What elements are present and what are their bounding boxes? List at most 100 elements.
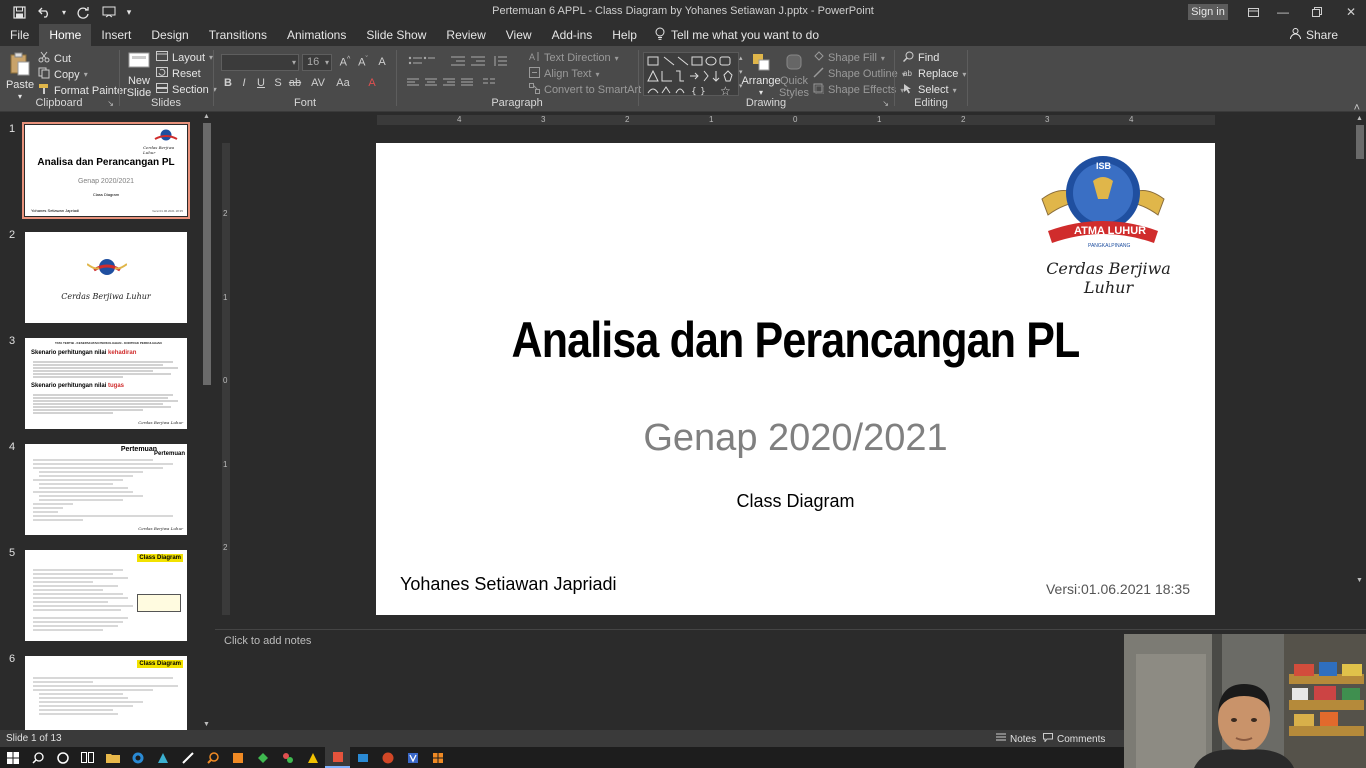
shapes-gallery[interactable]: { } ☆ — [643, 52, 739, 98]
tab-animations[interactable]: Animations — [277, 24, 356, 46]
customize-qat-icon[interactable]: ▾ — [124, 2, 134, 22]
minimize-icon[interactable]: — — [1266, 0, 1300, 24]
section-button[interactable]: Section ▾ — [156, 83, 217, 96]
shape-effects-button[interactable]: Shape Effects ▾ — [813, 83, 904, 97]
find-button[interactable]: Find — [902, 51, 939, 65]
align-text-button[interactable]: Align Text ▾ — [529, 67, 600, 81]
repeat-icon[interactable] — [72, 2, 94, 22]
bold-icon[interactable]: B — [220, 77, 236, 89]
undo-icon[interactable] — [34, 2, 56, 22]
align-left-icon[interactable] — [405, 78, 421, 91]
windows-start-icon[interactable] — [0, 747, 25, 768]
select-button[interactable]: Select ▾ — [903, 83, 957, 97]
slide-author[interactable]: Yohanes Setiawan Japriadi — [400, 574, 617, 595]
file-explorer-icon[interactable] — [100, 747, 125, 768]
slide-thumbnail-6[interactable]: Class Diagram — [25, 656, 187, 730]
character-spacing-icon[interactable]: AV — [310, 77, 326, 89]
slide-thumbnail-5[interactable]: Class Diagram — [25, 550, 187, 641]
restore-icon[interactable] — [1300, 0, 1334, 24]
app-icon-green[interactable] — [250, 747, 275, 768]
slide-thumbnail-4[interactable]: Pertemuan Pertemuan Cerdas Berjiwa Luhur — [25, 444, 187, 535]
tab-help[interactable]: Help — [602, 24, 647, 46]
shape-fill-button[interactable]: Shape Fill ▾ — [813, 51, 885, 65]
scroll-down-icon[interactable]: ▼ — [1356, 577, 1363, 584]
slide-thumbnail-3[interactable]: TATA TERTIB - KESEPAKATAN PERKULIAHAN - … — [25, 338, 187, 429]
columns-icon[interactable] — [481, 78, 497, 91]
slide-subtitle-2[interactable]: Class Diagram — [376, 491, 1215, 512]
tab-design[interactable]: Design — [141, 24, 198, 46]
justify-icon[interactable] — [459, 78, 475, 91]
app-icon-orange[interactable] — [225, 747, 250, 768]
tab-review[interactable]: Review — [436, 24, 495, 46]
replace-button[interactable]: ab Replace ▾ — [903, 67, 966, 81]
notes-button[interactable]: Notes — [996, 733, 1036, 745]
undo-dropdown-icon[interactable]: ▾ — [60, 2, 68, 22]
copy-dropdown-icon[interactable]: ▾ — [84, 70, 88, 79]
search-icon[interactable] — [25, 747, 50, 768]
pen-app-icon[interactable] — [175, 747, 200, 768]
search-app-icon[interactable] — [200, 747, 225, 768]
share-button[interactable]: Share — [1289, 28, 1338, 42]
layout-button[interactable]: Layout ▾ — [156, 51, 213, 64]
decrease-indent-icon[interactable] — [449, 56, 467, 69]
close-icon[interactable]: ✕ — [1334, 0, 1366, 24]
new-slide-button[interactable]: New Slide — [126, 52, 152, 99]
format-painter-button[interactable]: Format Painter — [38, 83, 127, 98]
line-spacing-icon[interactable] — [491, 56, 509, 69]
tab-file[interactable]: File — [0, 24, 39, 46]
save-icon[interactable] — [8, 2, 30, 22]
tab-add-ins[interactable]: Add-ins — [542, 24, 603, 46]
app-icon-v[interactable] — [400, 747, 425, 768]
edge-icon[interactable] — [125, 747, 150, 768]
text-direction-button[interactable]: A Text Direction ▾ — [529, 51, 619, 65]
clear-formatting-icon[interactable]: A — [374, 56, 390, 68]
scroll-down-icon[interactable]: ▼ — [203, 721, 210, 728]
powerpoint-icon[interactable] — [375, 747, 400, 768]
task-view-icon[interactable] — [75, 747, 100, 768]
editor-scrollbar[interactable]: ▲ ▼ — [1354, 113, 1366, 591]
change-case-icon[interactable]: Aa — [335, 77, 351, 89]
italic-icon[interactable]: I — [236, 77, 252, 89]
underline-icon[interactable]: U — [253, 77, 269, 89]
font-color-icon[interactable]: A — [364, 77, 380, 89]
tell-me-search[interactable]: Tell me what you want to do — [655, 24, 819, 46]
scroll-up-icon[interactable]: ▲ — [203, 113, 210, 120]
convert-smartart-button[interactable]: Convert to SmartArt ▾ — [529, 83, 649, 97]
sign-in-button[interactable]: Sign in — [1188, 4, 1228, 20]
thumbnails-scrollbar[interactable]: ▲ ▼ — [201, 113, 213, 730]
shape-outline-button[interactable]: Shape Outline ▾ — [813, 67, 906, 81]
drawing-launcher-icon[interactable]: ↘ — [882, 99, 889, 108]
paste-button[interactable]: Paste ▾ — [6, 52, 34, 103]
notes-placeholder[interactable]: Click to add notes — [224, 635, 311, 647]
active-app-icon[interactable] — [325, 747, 350, 768]
scroll-up-icon[interactable]: ▲ — [1356, 115, 1363, 122]
tab-insert[interactable]: Insert — [91, 24, 141, 46]
scrollbar-thumb[interactable] — [203, 123, 211, 385]
bullets-icon[interactable] — [405, 56, 439, 69]
arrange-button[interactable]: Arrange ▾ — [741, 52, 781, 99]
app-icon-multicolor[interactable] — [275, 747, 300, 768]
align-center-icon[interactable] — [423, 78, 439, 91]
app-icon-yellow[interactable] — [300, 747, 325, 768]
strikethrough-icon[interactable]: ab — [287, 77, 303, 89]
increase-indent-icon[interactable] — [469, 56, 487, 69]
tab-view[interactable]: View — [496, 24, 542, 46]
font-size-combo[interactable]: 16 ▾ — [302, 54, 332, 71]
slide-thumbnail-2[interactable]: Cerdas Berjiwa Luhur — [25, 232, 187, 323]
tab-home[interactable]: Home — [39, 24, 92, 46]
slide-subtitle[interactable]: Genap 2020/2021 — [376, 417, 1215, 460]
cut-button[interactable]: Cut — [38, 51, 71, 66]
font-family-combo[interactable]: ▾ — [221, 54, 299, 71]
shadow-icon[interactable]: S — [270, 77, 286, 89]
quick-styles-button[interactable]: Quick Styles — [779, 52, 809, 99]
align-right-icon[interactable] — [441, 78, 457, 91]
reset-button[interactable]: Reset — [156, 67, 201, 80]
slide-title[interactable]: Analisa dan Perancangan PL — [435, 311, 1157, 369]
scrollbar-thumb[interactable] — [1356, 125, 1364, 159]
ribbon-display-options-icon[interactable] — [1236, 0, 1270, 24]
tab-slide-show[interactable]: Slide Show — [356, 24, 436, 46]
app-icon-grid[interactable] — [425, 747, 450, 768]
slide-thumbnail-1[interactable]: Cerdas Berjiwa Luhur Analisa dan Peranca… — [22, 122, 190, 219]
decrease-font-icon[interactable]: Aˇ — [355, 56, 371, 69]
start-from-beginning-icon[interactable] — [98, 2, 120, 22]
